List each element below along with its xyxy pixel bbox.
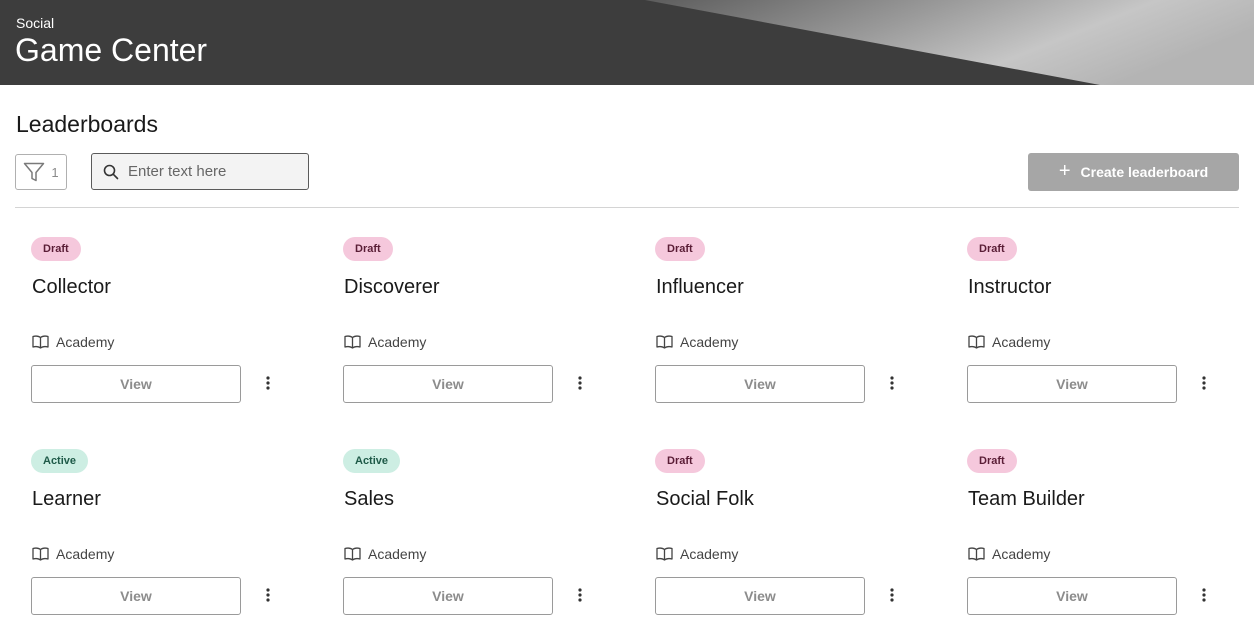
filter-icon — [23, 161, 45, 183]
book-icon — [32, 547, 49, 561]
leaderboard-card: Active Learner Academy View — [31, 449, 311, 629]
more-options-icon[interactable] — [574, 373, 586, 393]
leaderboard-card: Draft Influencer Academy View — [655, 237, 935, 417]
search-icon — [103, 164, 119, 180]
leaderboard-card: Draft Team Builder Academy View — [967, 449, 1247, 629]
leaderboard-category: Academy — [656, 334, 738, 350]
page-header: Social Game Center — [0, 0, 1254, 85]
status-badge: Draft — [655, 237, 705, 261]
create-leaderboard-label: Create leaderboard — [1080, 164, 1209, 180]
leaderboard-card: Draft Instructor Academy View — [967, 237, 1247, 417]
more-options-icon[interactable] — [262, 373, 274, 393]
header-subtitle: Social — [16, 15, 55, 31]
leaderboard-category: Academy — [32, 546, 114, 562]
filter-count: 1 — [51, 164, 59, 180]
search-input[interactable] — [128, 163, 298, 180]
search-box[interactable] — [91, 153, 309, 190]
status-badge: Draft — [967, 237, 1017, 261]
status-badge: Draft — [655, 449, 705, 473]
view-button[interactable]: View — [343, 577, 553, 615]
status-badge: Active — [31, 449, 89, 473]
book-icon — [32, 335, 49, 349]
more-options-icon[interactable] — [1198, 585, 1210, 605]
leaderboard-category: Academy — [344, 546, 426, 562]
view-button[interactable]: View — [967, 577, 1177, 615]
view-button[interactable]: View — [31, 365, 241, 403]
category-label: Academy — [680, 334, 739, 350]
more-options-icon[interactable] — [886, 585, 898, 605]
toolbar-divider — [15, 207, 1239, 208]
book-icon — [344, 335, 361, 349]
leaderboard-card: Draft Collector Academy View — [31, 237, 311, 417]
filter-button[interactable]: 1 — [15, 154, 67, 190]
plus-icon: + — [1058, 160, 1071, 182]
leaderboard-card: Draft Discoverer Academy View — [343, 237, 623, 417]
leaderboard-name: Discoverer — [344, 276, 440, 298]
status-badge: Draft — [31, 237, 81, 261]
category-label: Academy — [368, 546, 427, 562]
category-label: Academy — [992, 334, 1051, 350]
view-button[interactable]: View — [655, 577, 865, 615]
leaderboard-name: Influencer — [656, 276, 744, 298]
leaderboard-card: Active Sales Academy View — [343, 449, 623, 629]
status-badge: Draft — [343, 237, 393, 261]
category-label: Academy — [56, 546, 115, 562]
leaderboard-name: Learner — [32, 488, 101, 510]
book-icon — [344, 547, 361, 561]
book-icon — [968, 547, 985, 561]
category-label: Academy — [680, 546, 739, 562]
leaderboard-card: Draft Social Folk Academy View — [655, 449, 935, 629]
more-options-icon[interactable] — [886, 373, 898, 393]
leaderboard-category: Academy — [968, 546, 1050, 562]
view-button[interactable]: View — [967, 365, 1177, 403]
more-options-icon[interactable] — [574, 585, 586, 605]
leaderboard-category: Academy — [968, 334, 1050, 350]
section-title: Leaderboards — [16, 111, 158, 137]
category-label: Academy — [56, 334, 115, 350]
leaderboard-category: Academy — [32, 334, 114, 350]
book-icon — [656, 547, 673, 561]
book-icon — [656, 335, 673, 349]
leaderboard-name: Collector — [32, 276, 111, 298]
page-title: Game Center — [15, 32, 208, 68]
view-button[interactable]: View — [31, 577, 241, 615]
leaderboard-category: Academy — [656, 546, 738, 562]
status-badge: Draft — [967, 449, 1017, 473]
leaderboard-name: Sales — [344, 488, 395, 510]
leaderboard-name: Team Builder — [968, 488, 1085, 510]
leaderboard-category: Academy — [344, 334, 426, 350]
more-options-icon[interactable] — [1198, 373, 1210, 393]
category-label: Academy — [992, 546, 1051, 562]
leaderboard-name: Social Folk — [656, 488, 754, 510]
view-button[interactable]: View — [655, 365, 865, 403]
category-label: Academy — [368, 334, 427, 350]
leaderboard-name: Instructor — [968, 276, 1052, 298]
status-badge: Active — [343, 449, 401, 473]
more-options-icon[interactable] — [262, 585, 274, 605]
create-leaderboard-button[interactable]: + Create leaderboard — [1028, 153, 1239, 191]
book-icon — [968, 335, 985, 349]
view-button[interactable]: View — [343, 365, 553, 403]
